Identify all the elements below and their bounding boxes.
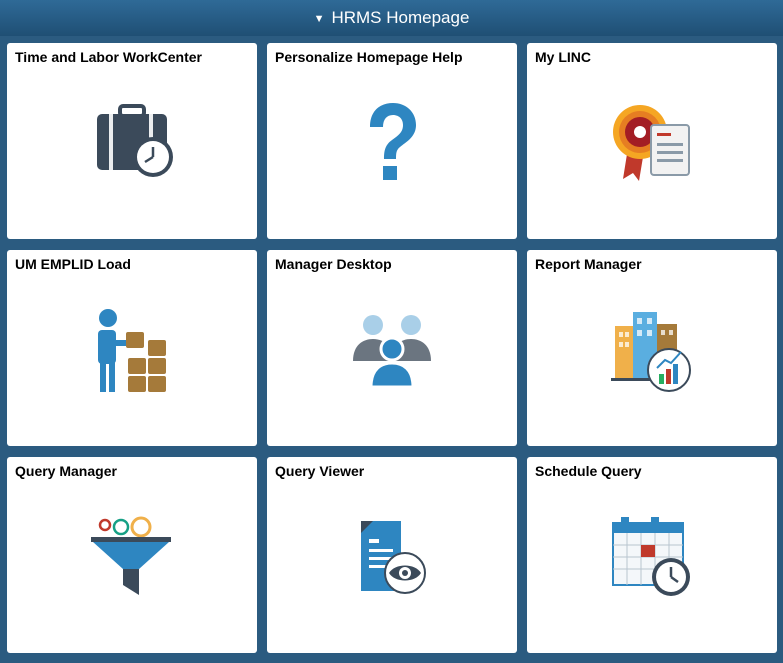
homepage-header[interactable]: ▼ HRMS Homepage [0,0,783,36]
funnel-icon [7,503,257,613]
buildings-chart-icon [527,296,777,406]
tile-grid: Time and Labor WorkCenter Personalize Ho… [0,36,783,663]
tile-title: Query Manager [15,463,117,479]
team-people-icon [267,296,517,406]
tile-my-linc[interactable]: My LINC [527,43,777,239]
tile-report-manager[interactable]: Report Manager [527,250,777,446]
tile-title: UM EMPLID Load [15,256,131,272]
tile-title: Time and Labor WorkCenter [15,49,202,65]
award-document-icon [527,89,777,199]
tile-um-emplid-load[interactable]: UM EMPLID Load [7,250,257,446]
tile-schedule-query[interactable]: Schedule Query [527,457,777,653]
tile-title: My LINC [535,49,591,65]
tile-title: Query Viewer [275,463,365,479]
tile-title: Schedule Query [535,463,642,479]
tile-title: Report Manager [535,256,642,272]
person-stacking-boxes-icon [7,296,257,406]
briefcase-clock-icon [7,89,257,199]
tile-personalize-homepage-help[interactable]: Personalize Homepage Help [267,43,517,239]
tile-time-and-labor[interactable]: Time and Labor WorkCenter [7,43,257,239]
dropdown-triangle-icon: ▼ [313,12,325,25]
tile-title: Manager Desktop [275,256,392,272]
tile-manager-desktop[interactable]: Manager Desktop [267,250,517,446]
calendar-clock-icon [527,503,777,613]
question-mark-icon [267,89,517,199]
homepage-title: HRMS Homepage [331,8,470,27]
tile-title: Personalize Homepage Help [275,49,463,65]
tile-query-viewer[interactable]: Query Viewer [267,457,517,653]
tile-query-manager[interactable]: Query Manager [7,457,257,653]
document-eye-icon [267,503,517,613]
